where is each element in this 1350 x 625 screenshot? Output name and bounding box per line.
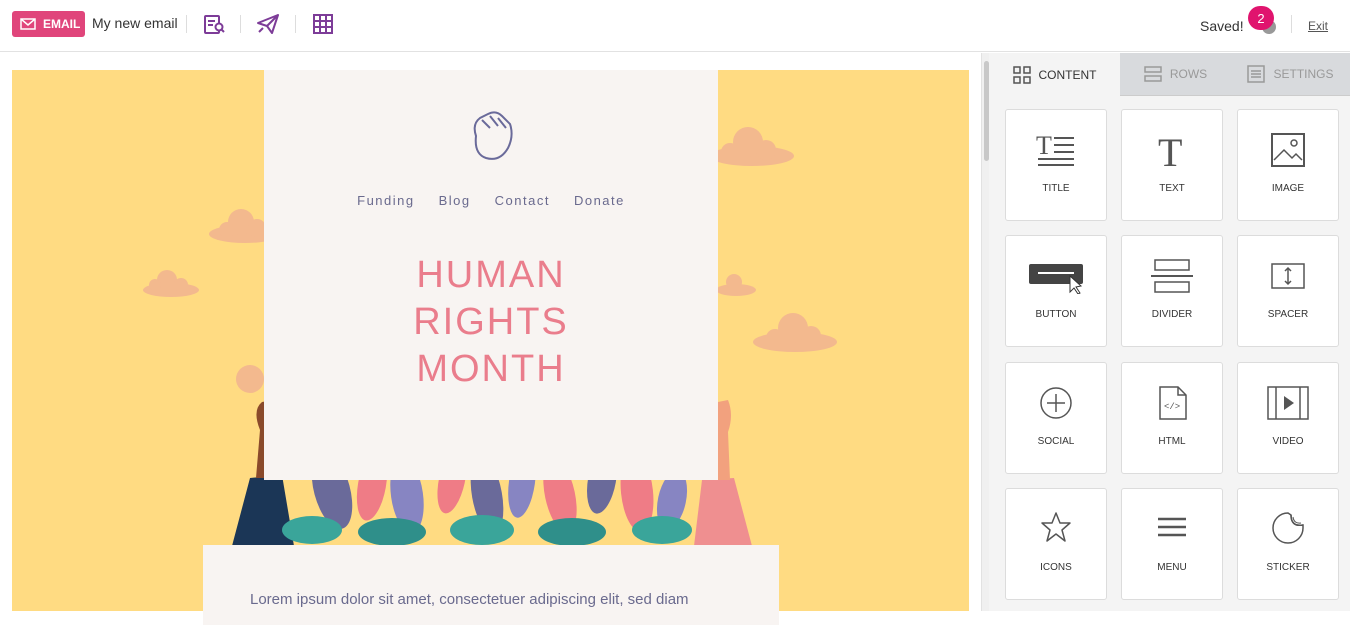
- html-icon: </>: [1159, 386, 1187, 420]
- tab-label: ROWS: [1169, 67, 1208, 81]
- headline-line: MONTH: [416, 348, 566, 390]
- block-text[interactable]: T TEXT: [1121, 109, 1223, 221]
- block-label: SPACER: [1267, 309, 1309, 320]
- email-name[interactable]: My new email: [92, 15, 178, 31]
- settings-icon: [1247, 65, 1266, 83]
- email-badge-label: EMAIL: [43, 17, 81, 31]
- nav-item-donate[interactable]: Donate: [574, 193, 625, 208]
- side-panel: CONTENT ROWS SETTINGS T TITLE T TEXT IMA…: [989, 53, 1350, 611]
- divider-icon: [1151, 259, 1193, 293]
- svg-text:T: T: [1036, 132, 1052, 160]
- preview-icon[interactable]: [202, 12, 226, 36]
- divider: [295, 15, 296, 33]
- nav-item-funding[interactable]: Funding: [357, 193, 414, 208]
- block-label: VIDEO: [1272, 436, 1304, 447]
- block-social[interactable]: SOCIAL: [1005, 362, 1107, 474]
- email-nav-menu: Funding Blog Contact Donate: [264, 193, 718, 208]
- grid-view-icon[interactable]: [311, 12, 335, 36]
- block-label: ICONS: [1040, 562, 1072, 573]
- tab-content[interactable]: CONTENT: [989, 53, 1120, 96]
- block-image[interactable]: IMAGE: [1237, 109, 1339, 221]
- block-label: STICKER: [1266, 562, 1310, 573]
- notification-badge[interactable]: 2: [1248, 6, 1274, 30]
- top-bar: EMAIL My new email Saved! 2 Exit: [0, 0, 1350, 52]
- tab-settings[interactable]: SETTINGS: [1231, 53, 1350, 96]
- block-menu[interactable]: MENU: [1121, 488, 1223, 600]
- block-html[interactable]: </> HTML: [1121, 362, 1223, 474]
- divider: [186, 15, 187, 33]
- divider: [1291, 15, 1292, 33]
- star-icon: [1041, 512, 1071, 542]
- raised-fist-icon: [473, 111, 513, 160]
- email-type-badge[interactable]: EMAIL: [12, 11, 85, 37]
- title-icon: T: [1036, 132, 1074, 166]
- tab-rows[interactable]: ROWS: [1120, 53, 1231, 96]
- text-icon: T: [1158, 132, 1182, 170]
- block-label: HTML: [1158, 436, 1186, 447]
- spacer-icon: [1271, 263, 1305, 289]
- nav-item-contact[interactable]: Contact: [495, 193, 550, 208]
- tab-label: CONTENT: [1038, 67, 1097, 82]
- block-title[interactable]: T TITLE: [1005, 109, 1107, 221]
- divider: [240, 15, 241, 33]
- body-text[interactable]: Lorem ipsum dolor sit amet, consectetuer…: [250, 591, 689, 608]
- headline-line: RIGHTS: [413, 301, 569, 343]
- hero-headline[interactable]: HUMAN RIGHTS MONTH: [264, 252, 718, 393]
- block-label: SOCIAL: [1037, 436, 1075, 447]
- block-label: TITLE: [1042, 183, 1070, 194]
- envelope-icon: [20, 18, 36, 30]
- canvas-scrollbar[interactable]: [981, 53, 989, 611]
- grid-icon: [1012, 65, 1031, 84]
- rows-icon: [1144, 66, 1162, 82]
- block-icons[interactable]: ICONS: [1005, 488, 1107, 600]
- social-icon: [1040, 387, 1072, 419]
- svg-text:T: T: [1158, 132, 1182, 170]
- block-label: IMAGE: [1271, 183, 1305, 194]
- button-icon: [1029, 264, 1083, 294]
- block-divider[interactable]: DIVIDER: [1121, 235, 1223, 347]
- body-text-block[interactable]: [203, 545, 779, 625]
- menu-icon: [1158, 517, 1186, 537]
- image-icon: [1271, 133, 1305, 167]
- block-label: TEXT: [1159, 183, 1185, 194]
- sticker-icon: [1272, 512, 1304, 544]
- block-video[interactable]: VIDEO: [1237, 362, 1339, 474]
- block-label: MENU: [1157, 562, 1187, 573]
- block-button[interactable]: BUTTON: [1005, 235, 1107, 347]
- headline-line: HUMAN: [416, 254, 566, 296]
- saved-status: Saved!: [1200, 18, 1244, 34]
- block-label: DIVIDER: [1151, 309, 1193, 320]
- send-icon[interactable]: [256, 12, 280, 36]
- block-sticker[interactable]: STICKER: [1237, 488, 1339, 600]
- video-icon: [1267, 386, 1309, 420]
- nav-item-blog[interactable]: Blog: [439, 193, 471, 208]
- block-spacer[interactable]: SPACER: [1237, 235, 1339, 347]
- tab-label: SETTINGS: [1273, 67, 1334, 81]
- block-label: BUTTON: [1035, 309, 1077, 320]
- svg-text:</>: </>: [1164, 402, 1180, 412]
- exit-link[interactable]: Exit: [1308, 19, 1328, 33]
